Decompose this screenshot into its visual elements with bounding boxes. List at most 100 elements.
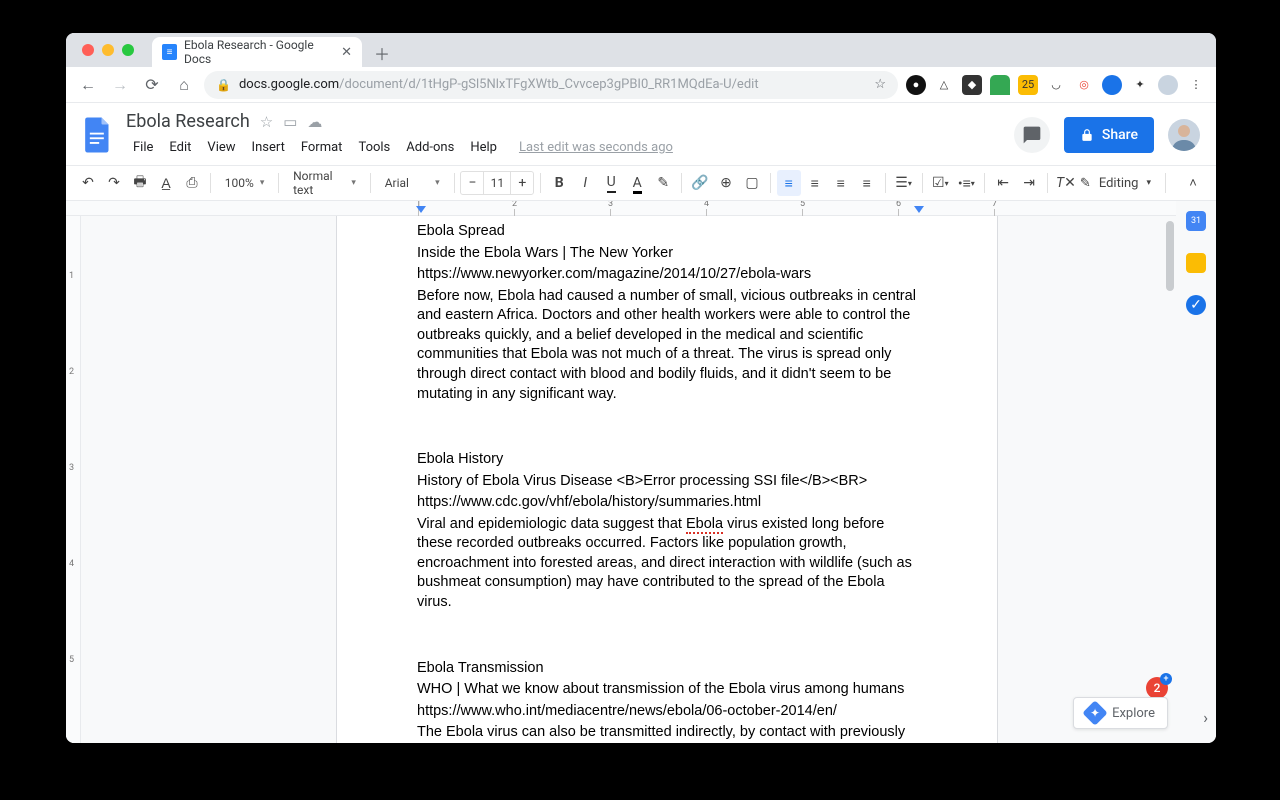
- zoom-window-button[interactable]: [122, 44, 134, 56]
- extension-icon[interactable]: [1102, 75, 1122, 95]
- chrome-menu-icon[interactable]: ⋮: [1186, 75, 1206, 95]
- print-button[interactable]: 🖶: [128, 170, 152, 196]
- bold-button[interactable]: B: [547, 170, 571, 196]
- horizontal-ruler[interactable]: 1 2 3 4 5 6 7: [66, 201, 1176, 216]
- extension-icon[interactable]: ●: [906, 75, 926, 95]
- notification-badge[interactable]: 2: [1146, 677, 1168, 699]
- align-center-button[interactable]: ≡: [803, 170, 827, 196]
- forward-button[interactable]: →: [108, 73, 132, 97]
- vertical-ruler[interactable]: 1 2 3 4 5 6: [66, 216, 81, 743]
- left-indent-marker[interactable]: [416, 206, 426, 213]
- cloud-status-icon[interactable]: ☁: [307, 113, 322, 131]
- lock-icon: 🔒: [216, 78, 231, 92]
- url-path: /document/d/1tHgP-gSl5NlxTFgXWtb_Cvvcep3…: [339, 77, 758, 92]
- text-color-button[interactable]: A: [625, 170, 649, 196]
- right-indent-marker[interactable]: [914, 206, 924, 213]
- extension-icon[interactable]: 25: [1018, 75, 1038, 95]
- star-icon[interactable]: ☆: [260, 113, 273, 131]
- calendar-rail-icon[interactable]: 31: [1186, 211, 1206, 231]
- clear-formatting-button[interactable]: T✕: [1054, 170, 1078, 196]
- spellcheck-underline: Ebola: [686, 516, 723, 534]
- highlight-button[interactable]: ✎: [651, 170, 675, 196]
- profile-avatar-icon[interactable]: [1158, 75, 1178, 95]
- tasks-rail-icon[interactable]: ✓: [1186, 295, 1206, 315]
- home-button[interactable]: ⌂: [172, 73, 196, 97]
- indent-increase-button[interactable]: ⇥: [1017, 170, 1041, 196]
- extension-icon[interactable]: ◡: [1046, 75, 1066, 95]
- menu-help[interactable]: Help: [463, 136, 504, 159]
- menu-tools[interactable]: Tools: [351, 136, 397, 159]
- zoom-select[interactable]: 100%▾: [217, 170, 273, 196]
- move-icon[interactable]: ▭: [283, 113, 297, 131]
- account-avatar[interactable]: [1168, 119, 1200, 151]
- insert-link-button[interactable]: 🔗: [688, 170, 712, 196]
- formatting-toolbar: ↶ ↷ 🖶 A̲ ⎙ 100%▾ Normal text▾ Arial▾ − 1…: [66, 165, 1216, 201]
- explore-button[interactable]: ✦ Explore: [1073, 697, 1168, 729]
- browser-tab[interactable]: ≡ Ebola Research - Google Docs ✕: [152, 37, 362, 67]
- section-body: The Ebola virus can also be transmitted …: [417, 723, 917, 743]
- document-page[interactable]: Ebola Spread Inside the Ebola Wars | The…: [336, 216, 998, 743]
- last-edit-link[interactable]: Last edit was seconds ago: [512, 136, 680, 159]
- document-title[interactable]: Ebola Research: [126, 111, 250, 132]
- spellcheck-button[interactable]: A̲: [154, 170, 178, 196]
- share-button[interactable]: Share: [1064, 117, 1154, 153]
- side-panel-toggle[interactable]: ›: [1203, 708, 1208, 727]
- keep-rail-icon[interactable]: [1186, 253, 1206, 273]
- url-field[interactable]: 🔒 docs.google.com/document/d/1tHgP-gSl5N…: [204, 71, 898, 99]
- mode-select[interactable]: ✎ Editing ▾: [1080, 176, 1151, 191]
- menu-addons[interactable]: Add-ons: [399, 136, 461, 159]
- extension-icon[interactable]: ◆: [962, 75, 982, 95]
- docs-titlebar: Ebola Research ☆ ▭ ☁ File Edit View Inse…: [66, 103, 1216, 159]
- tab-title: Ebola Research - Google Docs: [184, 38, 334, 66]
- close-tab-button[interactable]: ✕: [341, 45, 352, 60]
- menu-edit[interactable]: Edit: [162, 136, 198, 159]
- menu-format[interactable]: Format: [294, 136, 350, 159]
- close-window-button[interactable]: [82, 44, 94, 56]
- menu-insert[interactable]: Insert: [245, 136, 292, 159]
- extensions-menu-icon[interactable]: ✦: [1130, 75, 1150, 95]
- docs-favicon: ≡: [162, 44, 177, 60]
- menu-file[interactable]: File: [126, 136, 160, 159]
- url-host: docs.google.com: [239, 77, 339, 92]
- section-url: https://www.newyorker.com/magazine/2014/…: [417, 265, 917, 285]
- font-size-decrease[interactable]: −: [461, 175, 483, 191]
- section-body: Before now, Ebola had caused a number of…: [417, 287, 917, 404]
- bulleted-list-button[interactable]: •≡▾: [954, 170, 978, 196]
- insert-comment-button[interactable]: ⊕: [714, 170, 738, 196]
- extension-icons-row: ● △ ◆ 25 ◡ ◎ ✦ ⋮: [906, 75, 1206, 95]
- new-tab-button[interactable]: ＋: [368, 39, 396, 67]
- menu-view[interactable]: View: [200, 136, 242, 159]
- document-scrollbar[interactable]: [1166, 221, 1174, 743]
- indent-decrease-button[interactable]: ⇤: [991, 170, 1015, 196]
- comments-button[interactable]: [1014, 117, 1050, 153]
- align-left-button[interactable]: ≡: [777, 170, 801, 196]
- extension-icon[interactable]: [990, 75, 1010, 95]
- back-button[interactable]: ←: [76, 73, 100, 97]
- checklist-button[interactable]: ☑▾: [928, 170, 952, 196]
- font-size-control: − 11 +: [460, 171, 534, 195]
- paragraph-style-select[interactable]: Normal text▾: [285, 170, 364, 196]
- paint-format-button[interactable]: ⎙: [180, 170, 204, 196]
- align-right-button[interactable]: ≡: [829, 170, 853, 196]
- font-size-increase[interactable]: +: [511, 175, 533, 191]
- browser-window: ≡ Ebola Research - Google Docs ✕ ＋ ← → ⟳…: [66, 33, 1216, 743]
- undo-button[interactable]: ↶: [76, 170, 100, 196]
- insert-image-button[interactable]: ▢: [740, 170, 764, 196]
- italic-button[interactable]: I: [573, 170, 597, 196]
- extension-icon[interactable]: ◎: [1074, 75, 1094, 95]
- redo-button[interactable]: ↷: [102, 170, 126, 196]
- font-select[interactable]: Arial▾: [377, 170, 448, 196]
- section-url: https://www.cdc.gov/vhf/ebola/history/su…: [417, 493, 917, 513]
- scrollbar-thumb[interactable]: [1166, 221, 1174, 291]
- underline-button[interactable]: U: [599, 170, 623, 196]
- reload-button[interactable]: ⟳: [140, 73, 164, 97]
- font-size-value[interactable]: 11: [483, 172, 511, 194]
- align-justify-button[interactable]: ≡: [855, 170, 879, 196]
- minimize-window-button[interactable]: [102, 44, 114, 56]
- collapse-toolbar-button[interactable]: ˄: [1180, 170, 1206, 196]
- section-source: Inside the Ebola Wars | The New Yorker: [417, 244, 917, 264]
- docs-logo-icon[interactable]: [80, 115, 116, 155]
- bookmark-star-icon[interactable]: ☆: [874, 77, 886, 92]
- extension-icon[interactable]: △: [934, 75, 954, 95]
- line-spacing-button[interactable]: ☰▾: [892, 170, 916, 196]
